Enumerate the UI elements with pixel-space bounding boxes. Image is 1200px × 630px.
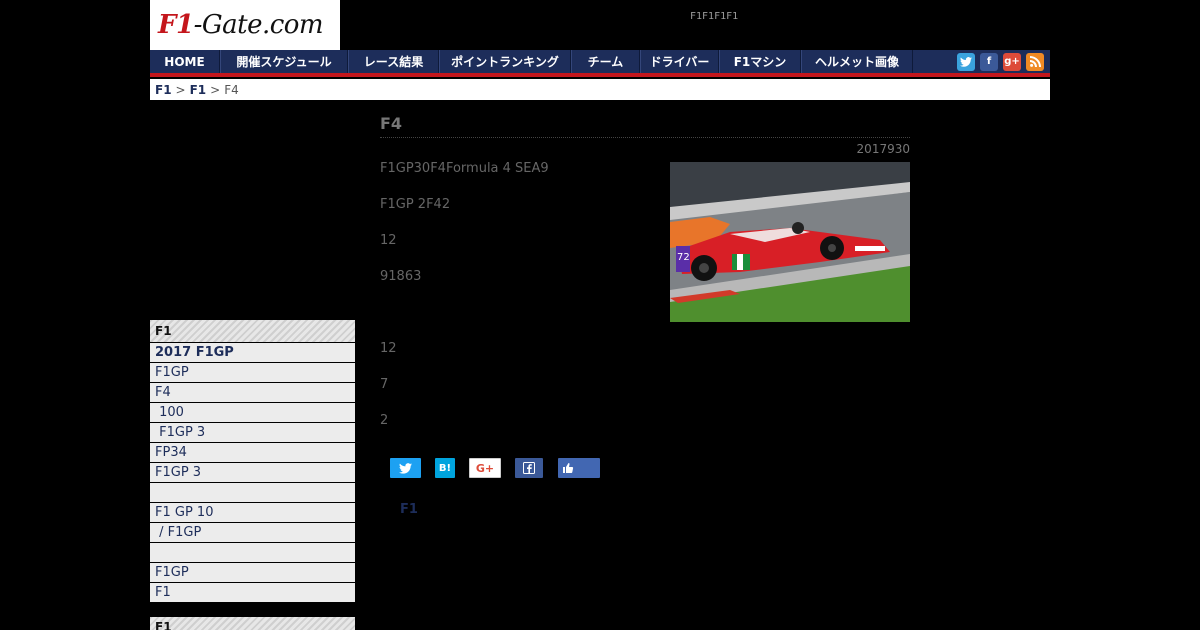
sidebar-item[interactable]: FP34 — [150, 443, 355, 463]
nav-schedule[interactable]: 開催スケジュール — [220, 50, 348, 73]
article-photo-race-car[interactable]: 72 — [670, 162, 910, 322]
article-paragraph: 2 — [380, 413, 389, 428]
breadcrumb: F1 > F1 > F4 — [150, 79, 1050, 100]
article-date: 2017930 — [856, 142, 910, 156]
article-title: F4 — [380, 114, 910, 138]
svg-text:72: 72 — [677, 252, 690, 263]
site-tagline: F1F1F1F1 — [690, 11, 739, 22]
nav-teams[interactable]: チーム — [571, 50, 640, 73]
thumbs-up-icon — [563, 463, 574, 473]
sidebar-item[interactable]: F1 — [150, 583, 355, 603]
sidebar-heading: F1 — [150, 320, 355, 343]
sidebar-item[interactable]: 2017 F1GP — [150, 343, 355, 363]
sidebar-item[interactable]: F1GP — [150, 363, 355, 383]
sidebar-heading-2: F1 — [150, 617, 355, 630]
rss-icon[interactable] — [1026, 52, 1044, 71]
breadcrumb-home[interactable]: F1 — [155, 83, 172, 97]
facebook-like-button[interactable] — [558, 458, 600, 478]
breadcrumb-current: F4 — [224, 82, 239, 97]
article-paragraph: 12 — [380, 233, 397, 248]
twitter-share-button[interactable] — [390, 458, 421, 478]
breadcrumb-separator: > — [175, 82, 186, 97]
page: F1-Gate.com F1F1F1F1 HOME 開催スケジュール レース結果… — [0, 0, 1200, 630]
site-logo[interactable]: F1-Gate.com — [150, 0, 340, 50]
sidebar: F1 2017 F1GP F1GP F4 100 F1GP 3 FP34 F1G… — [150, 320, 355, 603]
twitter-icon[interactable] — [957, 52, 975, 71]
sidebar-item[interactable]: F1 GP 10 — [150, 503, 355, 523]
sidebar-item[interactable]: 100 — [150, 403, 355, 423]
related-link[interactable]: F1 — [400, 502, 418, 517]
social-links: f g+ — [913, 50, 1050, 73]
facebook-icon[interactable]: f — [980, 52, 998, 71]
share-buttons: B! G+ — [390, 458, 600, 478]
nav-machines[interactable]: F1マシン — [719, 50, 801, 73]
breadcrumb-separator: > — [210, 82, 221, 97]
nav-home[interactable]: HOME — [150, 50, 220, 73]
nav-points-ranking[interactable]: ポイントランキング — [439, 50, 571, 73]
facebook-share-button[interactable] — [515, 458, 543, 478]
article-paragraph: F1GP 2F42 — [380, 197, 451, 212]
logo-text: F1-Gate.com — [158, 10, 324, 40]
breadcrumb-section[interactable]: F1 — [190, 83, 207, 97]
article-paragraph: 12 — [380, 341, 397, 356]
sidebar-item[interactable]: F4 — [150, 383, 355, 403]
article-paragraph: 91863 — [380, 269, 422, 284]
article-paragraph: F1GP30F4Formula 4 SEA9 — [380, 161, 549, 176]
article-paragraph: 7 — [380, 377, 389, 392]
main-nav: HOME 開催スケジュール レース結果 ポイントランキング チーム ドライバー … — [150, 50, 1050, 77]
sidebar-item[interactable]: F1GP — [150, 563, 355, 583]
nav-helmets[interactable]: ヘルメット画像 — [801, 50, 913, 73]
hatena-bookmark-button[interactable]: B! — [435, 458, 455, 478]
sidebar-item[interactable] — [150, 483, 355, 503]
sidebar-item[interactable]: / F1GP — [150, 523, 355, 543]
sidebar-item[interactable]: F1GP 3 — [150, 463, 355, 483]
nav-results[interactable]: レース結果 — [348, 50, 439, 73]
nav-drivers[interactable]: ドライバー — [640, 50, 719, 73]
google-plus-icon[interactable]: g+ — [1003, 52, 1021, 71]
sidebar-item[interactable] — [150, 543, 355, 563]
google-plus-share-button[interactable]: G+ — [469, 458, 501, 478]
article-header: F4 2017930 — [380, 114, 910, 156]
sidebar-item[interactable]: F1GP 3 — [150, 423, 355, 443]
